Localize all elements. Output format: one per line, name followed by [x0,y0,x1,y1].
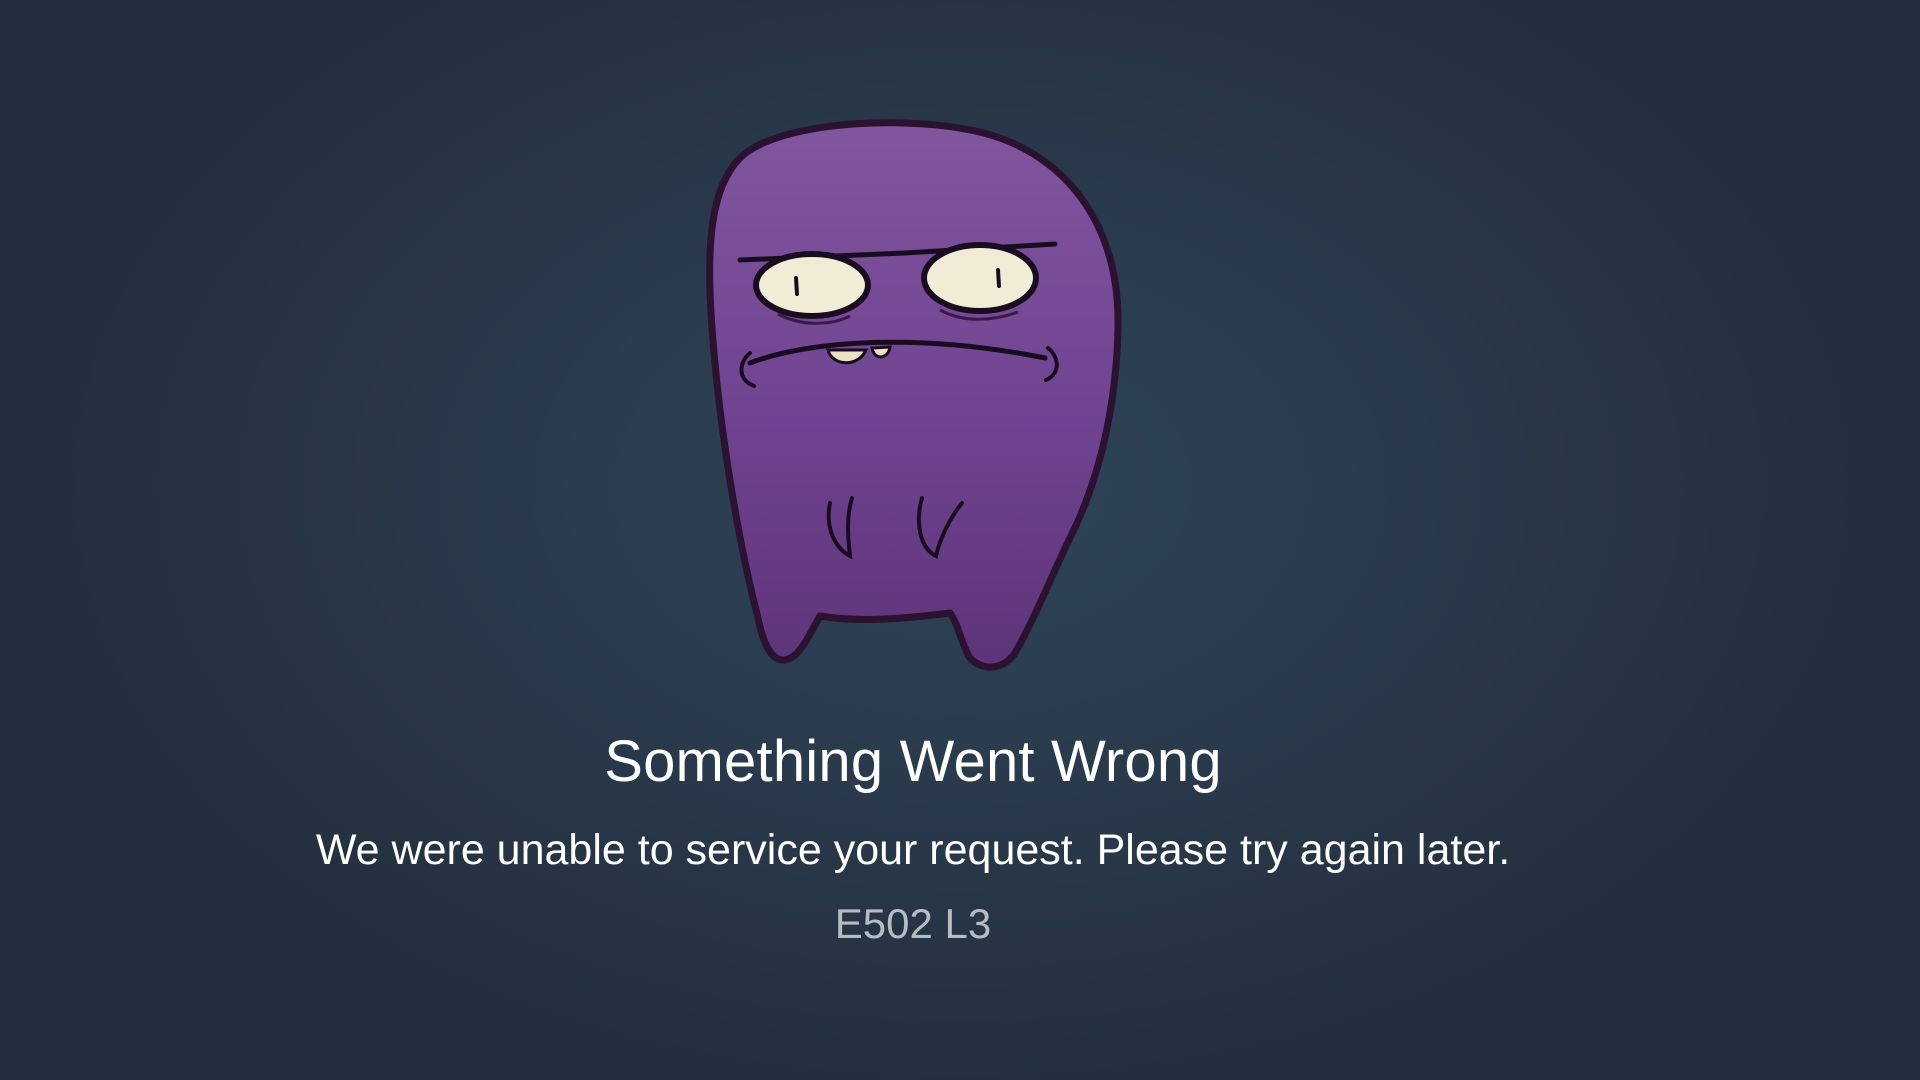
mascot-right-eye [921,242,1039,314]
error-code: E502 L3 [834,900,992,947]
mascot-left-eye [753,251,871,319]
error-title: Something Went Wrong [604,729,1222,794]
purple-blob-mascot-icon [706,119,1122,671]
error-page: Something Went Wrong We were unable to s… [0,0,1920,1080]
mascot-body [706,119,1122,671]
error-message: We were unable to service your request. … [315,826,1511,874]
